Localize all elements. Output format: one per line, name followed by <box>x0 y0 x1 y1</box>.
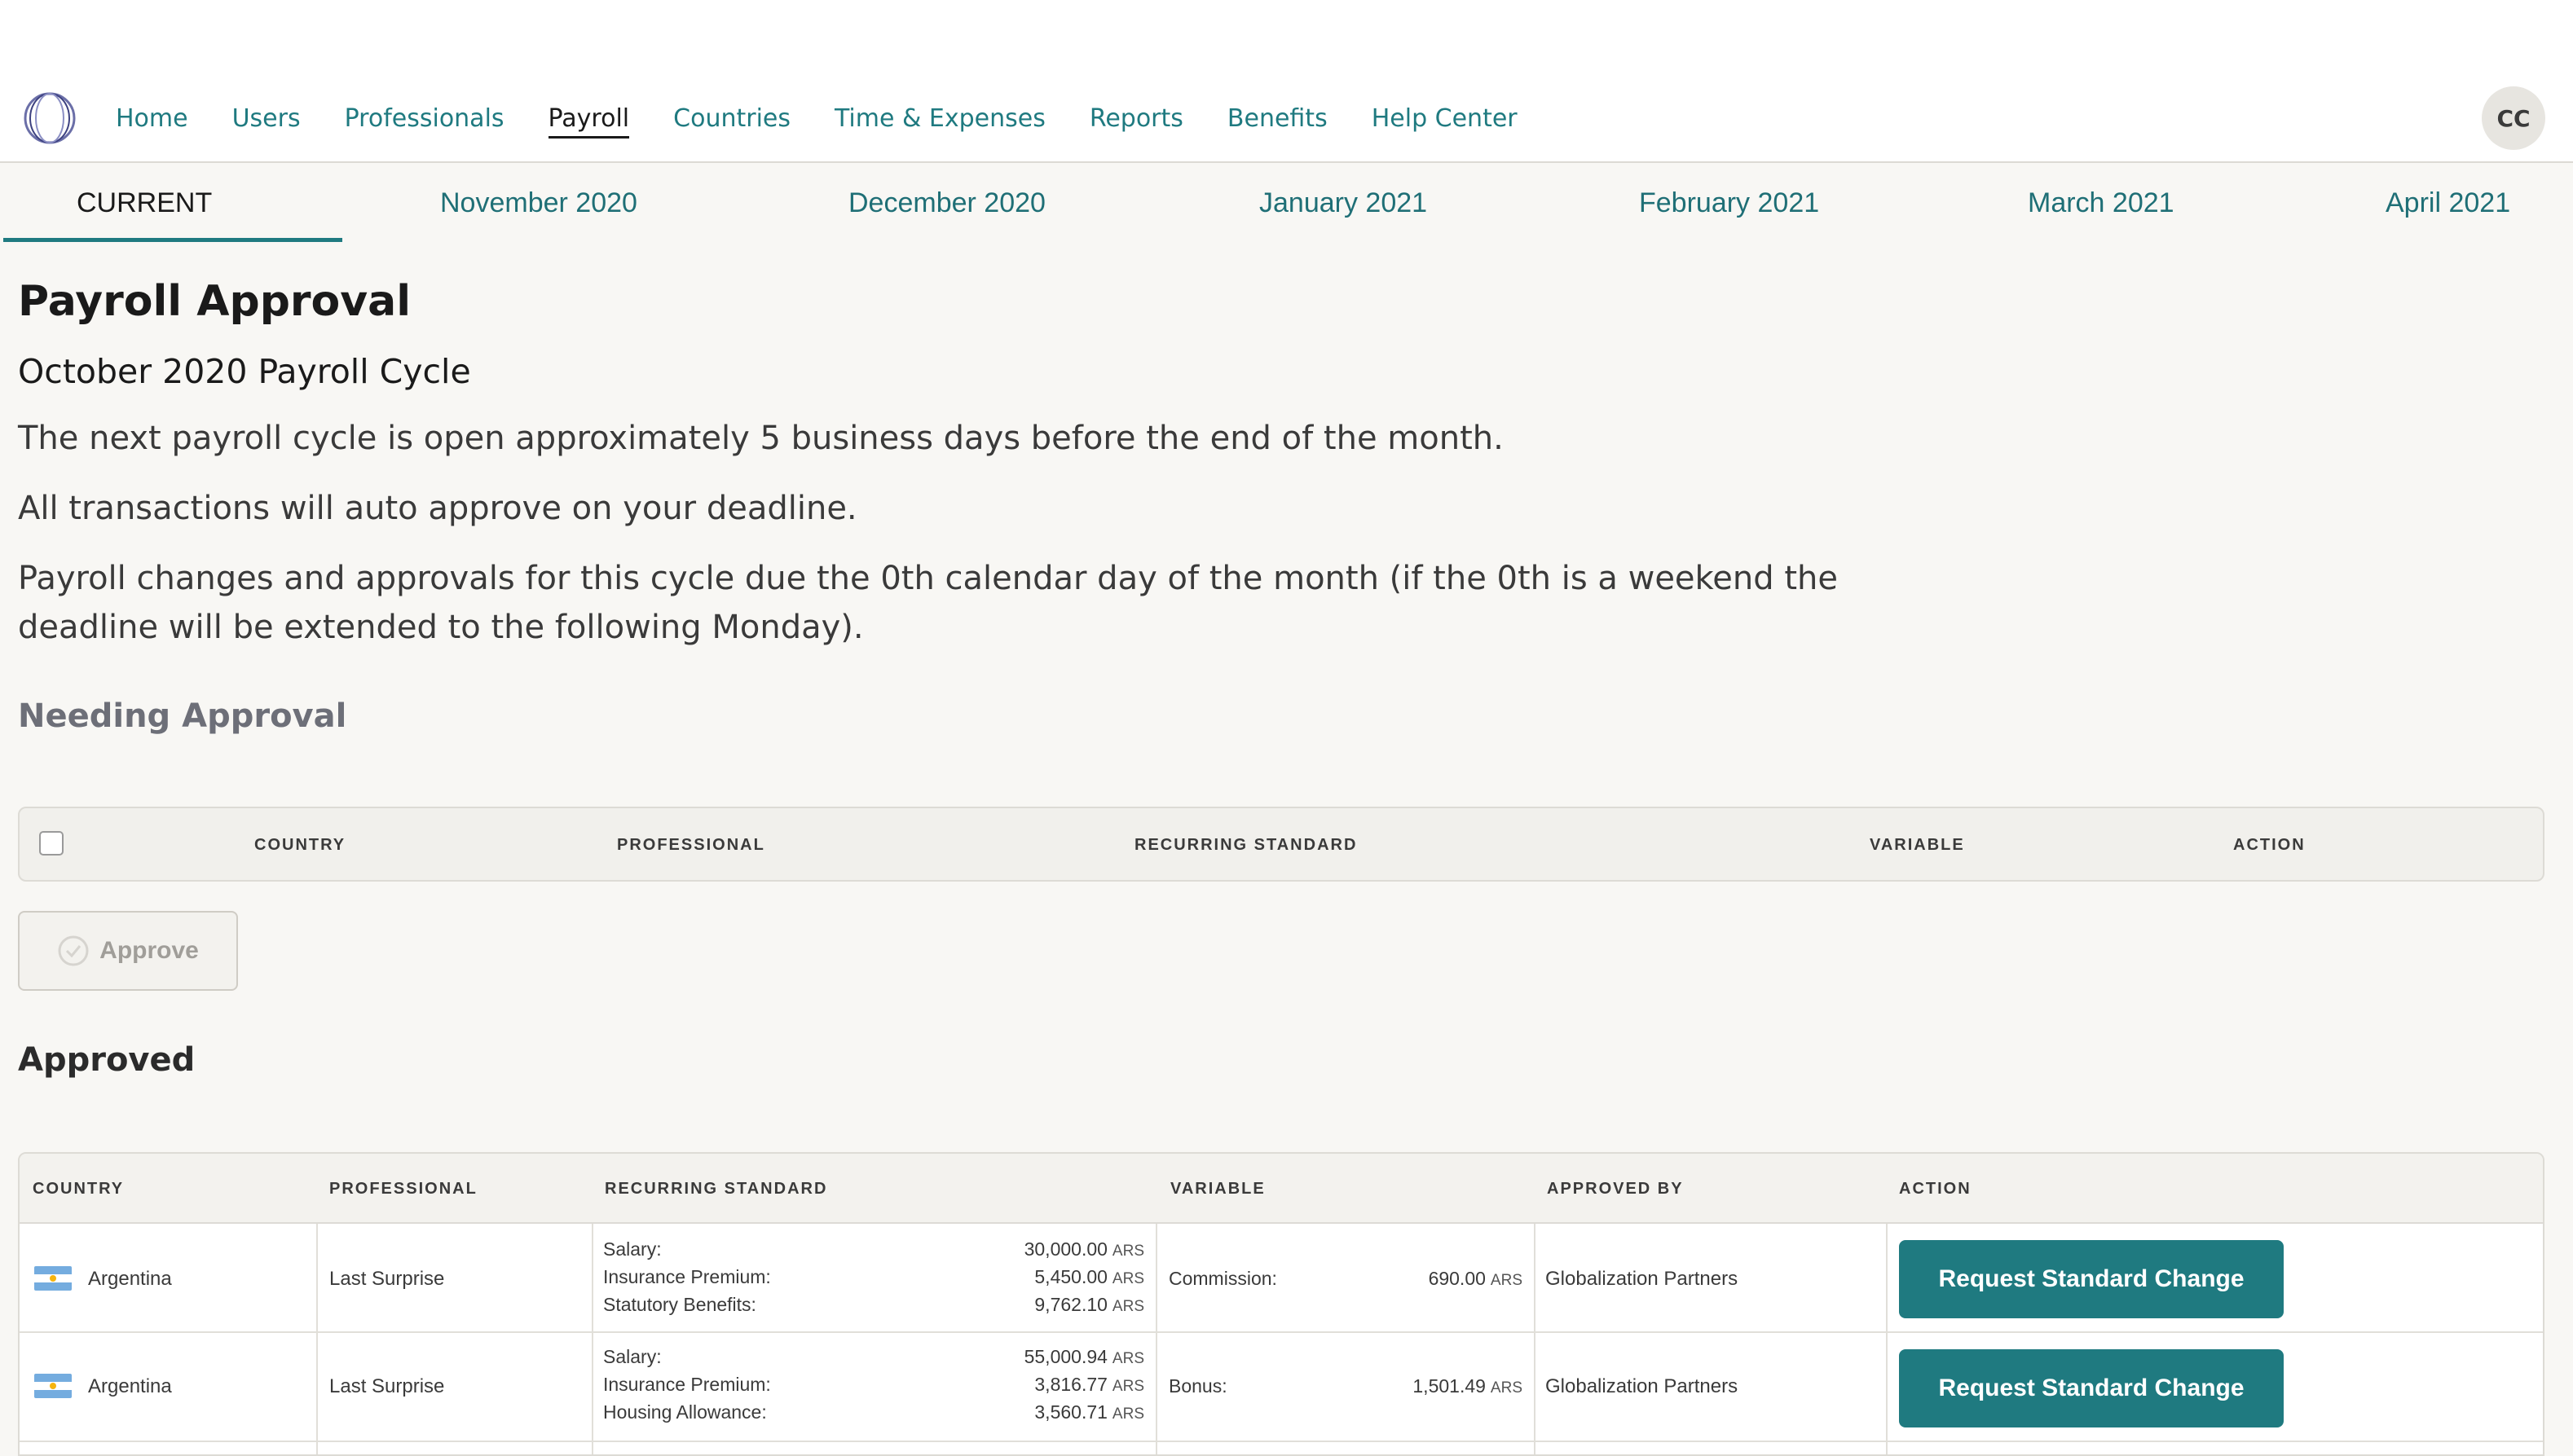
payroll-cycle-title: October 2020 Payroll Cycle <box>18 352 471 391</box>
tab-current[interactable]: CURRENT <box>77 187 212 219</box>
info-auto-approve: All transactions will auto approve on yo… <box>18 490 857 527</box>
col-recurring-standard: RECURRING STANDARD <box>605 1180 828 1198</box>
approved-title: Approved <box>18 1041 196 1079</box>
col-variable: VARIABLE <box>1170 1180 1266 1198</box>
col-variable: VARIABLE <box>1870 836 1965 854</box>
nav-help-center[interactable]: Help Center <box>1372 104 1518 139</box>
col-country: COUNTRY <box>33 1180 125 1198</box>
nav-professionals[interactable]: Professionals <box>345 104 504 139</box>
argentina-flag-icon <box>34 1374 72 1398</box>
variable-item: Bonus: 1,501.49 ARS <box>1169 1375 1522 1397</box>
needing-approval-title: Needing Approval <box>18 697 347 735</box>
main-nav: Home Users Professionals Payroll Countri… <box>116 104 1562 139</box>
recurring-item: Salary: 30,000.00 ARS <box>603 1238 1144 1260</box>
approve-button[interactable]: Approve <box>18 911 238 991</box>
approved-table: COUNTRY PROFESSIONAL RECURRING STANDARD … <box>18 1152 2544 1456</box>
col-country: COUNTRY <box>254 836 346 854</box>
company-logo-icon[interactable] <box>23 91 77 145</box>
col-action: ACTION <box>2233 836 2306 854</box>
table-row: Argentina Last Surprise Salary: 30,000.0… <box>20 1225 2543 1333</box>
recurring-item: Housing Allowance: 3,560.71 ARS <box>603 1401 1144 1423</box>
nav-benefits[interactable]: Benefits <box>1227 104 1328 139</box>
col-action: ACTION <box>1899 1180 1972 1198</box>
nav-reports[interactable]: Reports <box>1090 104 1183 139</box>
recurring-item: Statutory Benefits: 9,762.10 ARS <box>603 1294 1144 1315</box>
tab-march-2021[interactable]: March 2021 <box>2028 187 2174 219</box>
needing-approval-table-header: COUNTRY PROFESSIONAL RECURRING STANDARD … <box>18 807 2544 882</box>
nav-countries[interactable]: Countries <box>673 104 791 139</box>
info-deadline: Payroll changes and approvals for this c… <box>18 560 1838 646</box>
tab-april-2021[interactable]: April 2021 <box>2386 187 2510 219</box>
payroll-month-tabs: CURRENT November 2020 December 2020 Janu… <box>0 165 2573 244</box>
professional-cell: Last Surprise <box>329 1375 445 1397</box>
request-standard-change-button[interactable]: Request Standard Change <box>1899 1240 2284 1318</box>
tab-february-2021[interactable]: February 2021 <box>1639 187 1819 219</box>
recurring-item: Salary: 55,000.94 ARS <box>603 1346 1144 1367</box>
approve-button-label: Approve <box>99 937 199 964</box>
table-row: Argentina Last Surprise Salary: 55,000.9… <box>20 1335 2543 1442</box>
col-approved-by: APPROVED BY <box>1547 1180 1684 1198</box>
col-recurring-standard: RECURRING STANDARD <box>1134 836 1358 854</box>
check-circle-icon <box>58 935 89 966</box>
col-professional: PROFESSIONAL <box>329 1180 478 1198</box>
recurring-item: Insurance Premium: 3,816.77 ARS <box>603 1374 1144 1395</box>
nav-home[interactable]: Home <box>116 104 188 139</box>
info-next-cycle: The next payroll cycle is open approxima… <box>18 420 1504 457</box>
request-standard-change-button[interactable]: Request Standard Change <box>1899 1349 2284 1427</box>
professional-cell: Last Surprise <box>329 1268 445 1290</box>
active-tab-indicator <box>3 238 342 242</box>
page-title: Payroll Approval <box>18 277 412 326</box>
col-professional: PROFESSIONAL <box>617 836 765 854</box>
approved-by-cell: Globalization Partners <box>1545 1268 1738 1290</box>
top-navigation-bar: Home Users Professionals Payroll Countri… <box>0 0 2573 163</box>
nav-time-expenses[interactable]: Time & Expenses <box>835 104 1046 139</box>
tab-december-2020[interactable]: December 2020 <box>848 187 1046 219</box>
argentina-flag-icon <box>34 1266 72 1291</box>
variable-item: Commission: 690.00 ARS <box>1169 1268 1522 1289</box>
recurring-item: Insurance Premium: 5,450.00 ARS <box>603 1266 1144 1287</box>
nav-payroll[interactable]: Payroll <box>548 104 630 139</box>
nav-users[interactable]: Users <box>232 104 301 139</box>
approved-table-header: COUNTRY PROFESSIONAL RECURRING STANDARD … <box>20 1154 2543 1224</box>
tab-january-2021[interactable]: January 2021 <box>1259 187 1427 219</box>
select-all-checkbox[interactable] <box>39 831 64 856</box>
country-cell: Argentina <box>88 1375 172 1397</box>
country-cell: Argentina <box>88 1268 172 1290</box>
approved-by-cell: Globalization Partners <box>1545 1375 1738 1397</box>
tab-november-2020[interactable]: November 2020 <box>440 187 637 219</box>
user-avatar[interactable]: CC <box>2482 86 2545 150</box>
